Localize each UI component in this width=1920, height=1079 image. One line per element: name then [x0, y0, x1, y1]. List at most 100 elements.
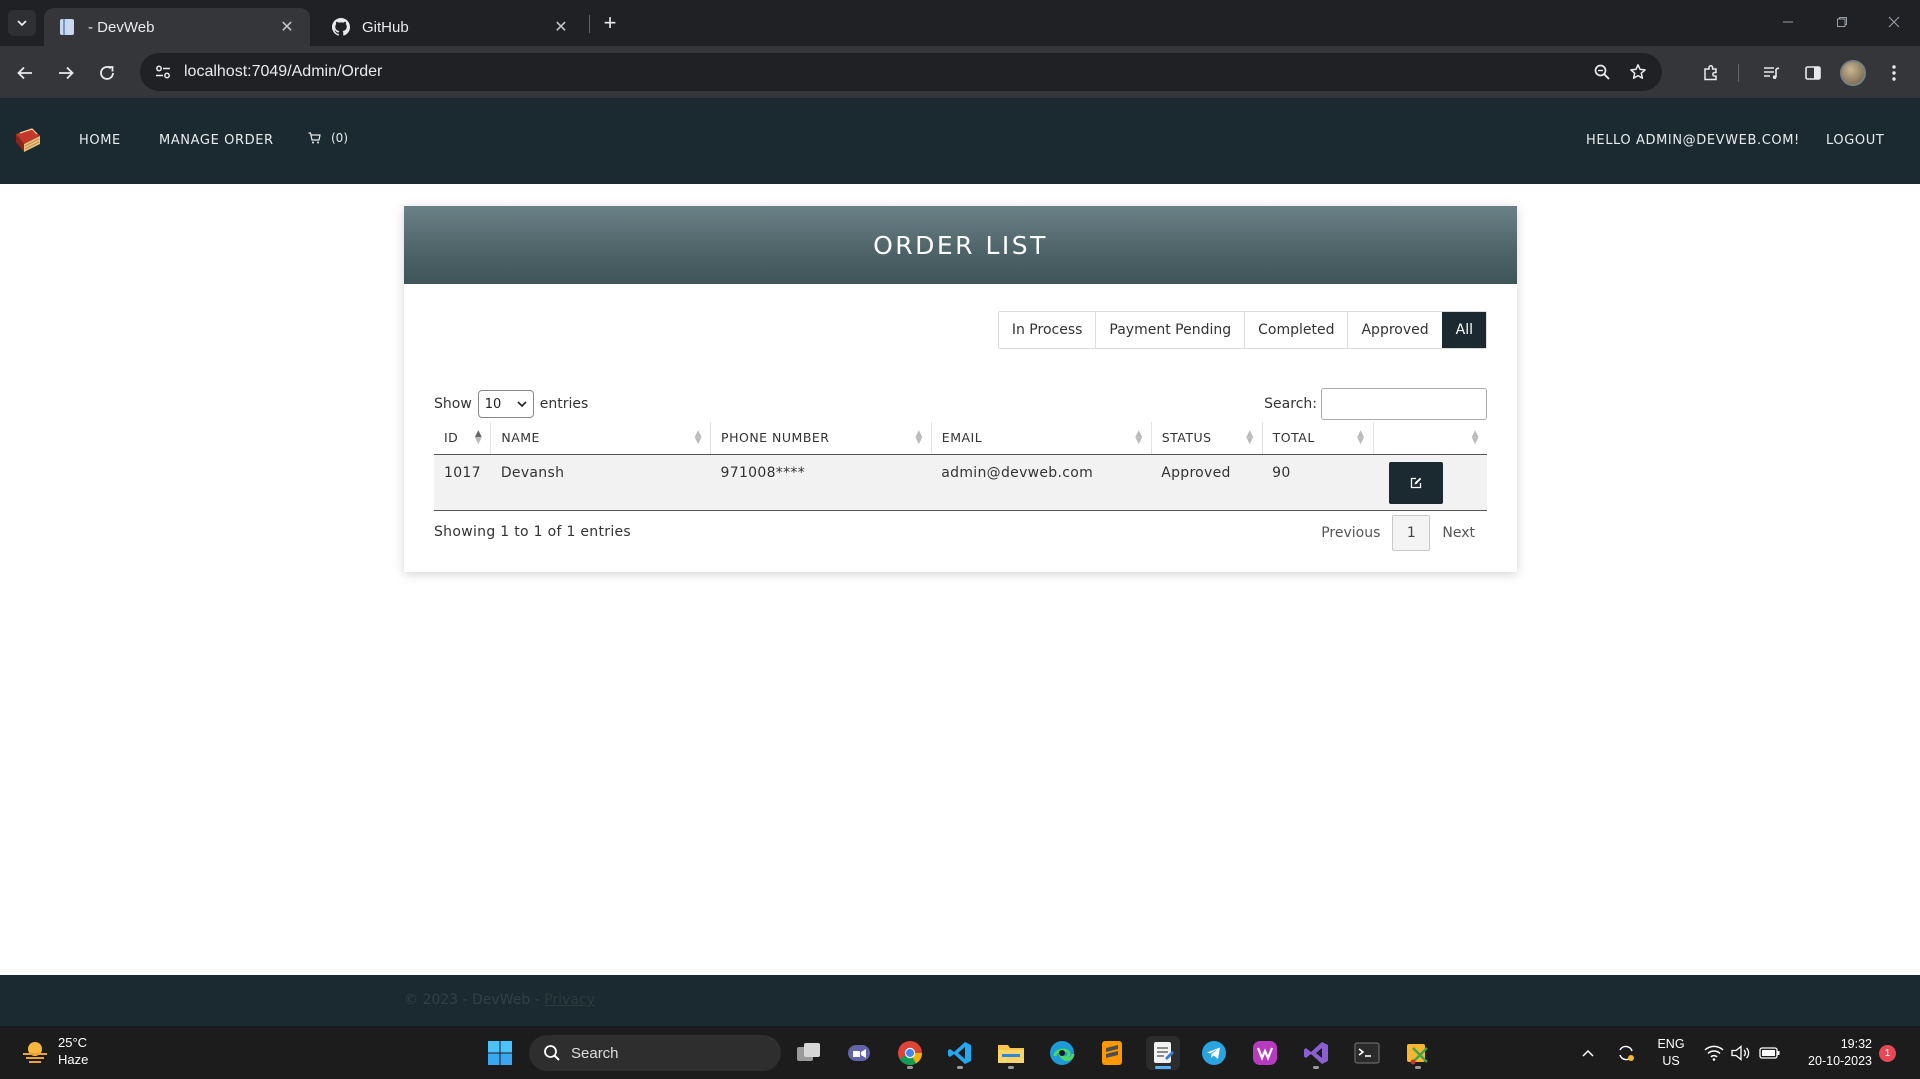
cart-icon [308, 132, 321, 144]
forward-arrow-icon[interactable] [51, 58, 81, 88]
terminal-icon[interactable] [1350, 1036, 1384, 1070]
running-indicator [1415, 1066, 1421, 1069]
show-hidden-icons-chevron-up-icon[interactable] [1576, 1026, 1600, 1079]
copyright-text: © 2023 - DevWeb - [404, 992, 540, 1008]
pagination-next[interactable]: Next [1430, 515, 1487, 551]
more-menu-icon[interactable] [1880, 59, 1908, 87]
pagination-page-1[interactable]: 1 [1392, 515, 1431, 551]
orders-table: ID ▲ ▼ NAME ▲ ▼ PHONE NUMBER ▲ ▼ EMAIL ▲ ▼ S… [434, 422, 1487, 511]
haze-sun-icon [23, 1042, 47, 1063]
tab-search-menu-button[interactable] [8, 10, 36, 36]
running-indicator [907, 1066, 913, 1069]
page-title: ORDER LIST [873, 230, 1048, 260]
cell-total: 90 [1262, 454, 1374, 511]
filter-payment-pending[interactable]: Payment Pending [1095, 312, 1245, 348]
filter-approved[interactable]: Approved [1347, 312, 1442, 348]
vscode-icon[interactable] [943, 1036, 977, 1070]
battery-icon[interactable] [1757, 1026, 1783, 1079]
taskbar-search[interactable]: Search [529, 1035, 781, 1071]
nav-cart-link[interactable]: (0) [308, 131, 348, 145]
column-header-actions[interactable]: ▲ ▼ [1372, 422, 1487, 455]
column-header-email[interactable]: EMAIL ▲ ▼ [930, 422, 1152, 455]
tab-title: - DevWeb [88, 18, 155, 36]
volume-icon[interactable] [1729, 1026, 1753, 1079]
table-search: Search: [1264, 388, 1487, 420]
minimize-icon[interactable] [1766, 8, 1810, 36]
column-header-total[interactable]: TOTAL ▲ ▼ [1261, 422, 1374, 455]
edit-icon [1410, 477, 1422, 488]
window-close-icon[interactable] [1872, 8, 1916, 36]
browser-tab-strip: - DevWeb ✕ GitHub ✕ + [0, 0, 1920, 46]
pagination-previous[interactable]: Previous [1309, 515, 1392, 551]
browser-toolbar: localhost:7049/Admin/Order [0, 46, 1920, 98]
entries-label: entries [539, 396, 589, 412]
bookmark-star-icon[interactable] [1620, 63, 1656, 81]
close-icon[interactable]: ✕ [552, 18, 570, 36]
wifi-icon[interactable] [1702, 1026, 1726, 1079]
column-header-id[interactable]: ID ▲ ▼ [434, 422, 491, 455]
sublime-text-icon[interactable] [1095, 1036, 1129, 1070]
status-filter-group: In Process Payment Pending Completed App… [997, 311, 1487, 349]
show-label: Show [434, 396, 472, 412]
system-clock[interactable]: 19:32 20-10-2023 [1790, 1036, 1872, 1070]
new-tab-button[interactable]: + [596, 9, 624, 37]
running-indicator [1313, 1066, 1319, 1069]
column-header-name[interactable]: NAME ▲ ▼ [490, 422, 711, 455]
restore-icon[interactable] [1820, 8, 1864, 36]
side-panel-icon[interactable] [1799, 59, 1827, 87]
site-footer: © 2023 - DevWeb - Privacy [0, 975, 1920, 1026]
close-icon[interactable]: ✕ [278, 18, 296, 36]
sort-icon: ▲ ▼ [1246, 429, 1254, 446]
table-info: Showing 1 to 1 of 1 entries [434, 524, 632, 540]
sort-icon: ▲ ▼ [1357, 429, 1365, 446]
notification-badge[interactable]: 1 [1879, 1045, 1896, 1062]
column-header-phone[interactable]: PHONE NUMBER ▲ ▼ [710, 422, 932, 455]
filter-completed[interactable]: Completed [1244, 312, 1348, 348]
book-logo-icon[interactable] [12, 124, 44, 156]
nav-home-link[interactable]: HOME [79, 133, 121, 148]
start-windows-icon[interactable] [483, 1036, 517, 1070]
visual-studio-icon[interactable] [1299, 1036, 1333, 1070]
nav-manage-order-link[interactable]: MANAGE ORDER [159, 133, 274, 148]
edit-order-button[interactable] [1389, 461, 1444, 504]
language-indicator[interactable]: ENG US [1656, 1036, 1686, 1070]
filter-all[interactable]: All [1441, 312, 1486, 348]
site-info-icon[interactable] [144, 63, 182, 81]
reload-icon[interactable] [92, 58, 122, 88]
column-header-status[interactable]: STATUS ▲ ▼ [1150, 422, 1263, 455]
screen-recorder-icon[interactable] [1248, 1036, 1282, 1070]
profile-avatar[interactable] [1840, 60, 1866, 86]
notepad-icon[interactable] [1146, 1036, 1180, 1070]
url-text[interactable]: localhost:7049/Admin/Order [184, 63, 1584, 81]
browser-tab-devweb[interactable]: - DevWeb ✕ [44, 8, 310, 46]
sync-icon[interactable] [1613, 1026, 1639, 1079]
footer-text: © 2023 - DevWeb - Privacy [404, 992, 595, 1008]
tab-title: GitHub [362, 18, 409, 36]
entries-select[interactable]: 10 [477, 390, 534, 418]
nav-logout-link[interactable]: LOGOUT [1826, 133, 1884, 148]
extensions-icon[interactable] [1697, 59, 1725, 87]
privacy-link[interactable]: Privacy [544, 992, 595, 1008]
toolbar-divider [1738, 64, 1739, 82]
back-arrow-icon[interactable] [10, 58, 40, 88]
cell-name: Devansh [490, 454, 711, 511]
media-controls-icon[interactable] [1757, 59, 1785, 87]
zoom-icon[interactable] [1584, 63, 1620, 81]
file-explorer-icon[interactable] [994, 1036, 1028, 1070]
edge-icon[interactable] [1045, 1036, 1079, 1070]
chevron-down-icon [17, 20, 27, 27]
chrome-icon[interactable] [893, 1036, 927, 1070]
search-input[interactable] [1321, 388, 1487, 420]
weather-widget[interactable]: 25°C Haze [20, 1034, 88, 1068]
nav-hello-user[interactable]: HELLO ADMIN@DEVWEB.COM! [1586, 133, 1800, 148]
chevron-down-icon [517, 401, 527, 408]
snipping-tool-icon[interactable] [1401, 1036, 1435, 1070]
site-navbar: HOME MANAGE ORDER (0) HELLO ADMIN@DEVWEB… [0, 98, 1920, 184]
telegram-icon[interactable] [1197, 1036, 1231, 1070]
cell-id: 1017 [434, 454, 491, 511]
address-bar[interactable]: localhost:7049/Admin/Order [140, 53, 1662, 91]
browser-tab-github[interactable]: GitHub ✕ [318, 8, 584, 46]
task-view-icon[interactable] [792, 1036, 826, 1070]
teams-chat-icon[interactable] [842, 1036, 876, 1070]
filter-in-process[interactable]: In Process [998, 312, 1096, 348]
